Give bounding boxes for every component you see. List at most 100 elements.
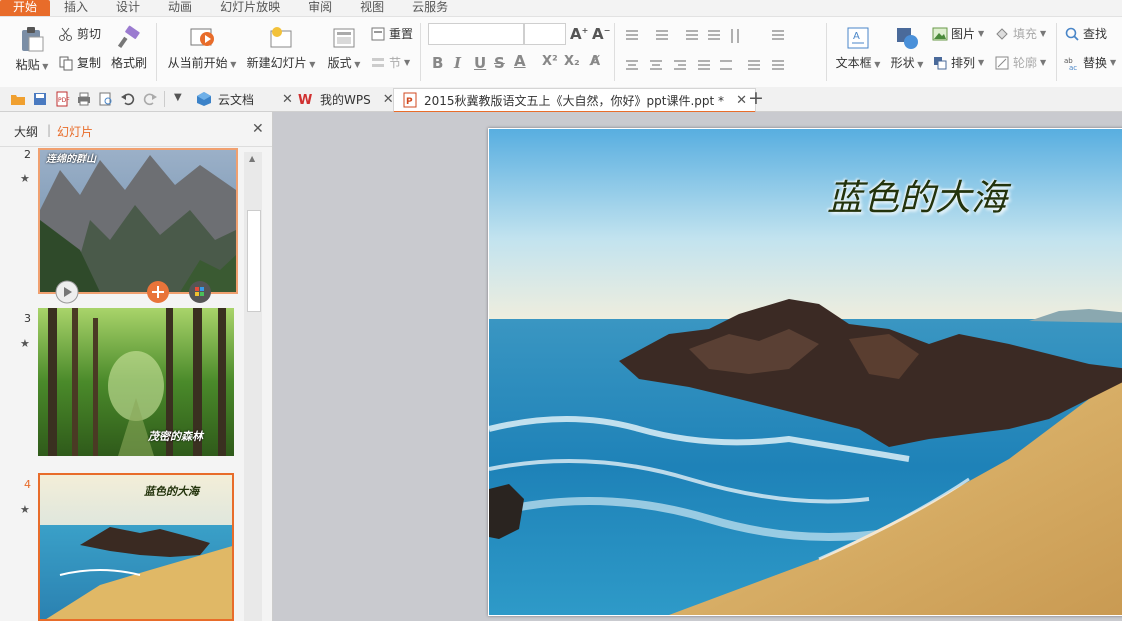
tab-insert[interactable]: 插入: [50, 0, 102, 16]
slide-thumb-title: 连绵的群山: [46, 154, 96, 165]
cloud-docs-icon: [197, 92, 211, 106]
reset-button[interactable]: 重置: [370, 25, 413, 42]
font-name-combo[interactable]: [428, 23, 524, 45]
close-panel-icon[interactable]: ✕: [252, 121, 264, 137]
animation-star-icon: ★: [20, 503, 30, 516]
doc-tab-current[interactable]: P 2015秋冀教版语文五上《大自然，你好》ppt课件.ppt * ✕: [393, 88, 756, 113]
layout-button[interactable]: 版式 ▼: [326, 25, 362, 71]
scroll-up-icon[interactable]: ▲: [249, 154, 255, 163]
format-painter-icon: [117, 25, 140, 49]
cut-button[interactable]: 剪切: [58, 25, 101, 42]
svg-text:A: A: [853, 31, 860, 42]
slide-title-text[interactable]: 蓝色的大海: [827, 169, 1007, 221]
tab-animation[interactable]: 动画: [154, 0, 206, 16]
outline-tab[interactable]: 大纲: [14, 123, 38, 140]
doc-tab-cloud-docs[interactable]: 云文档 ✕: [196, 88, 293, 110]
clear-format-icon[interactable]: A̸: [590, 54, 600, 69]
replace-button[interactable]: ab ac 替换 ▼: [1064, 54, 1116, 71]
current-slide[interactable]: 蓝色的大海: [488, 128, 1122, 616]
close-icon[interactable]: ✕: [736, 93, 747, 108]
picture-icon: [932, 27, 948, 40]
textbox-button[interactable]: A 文本框 ▼: [834, 25, 882, 71]
slide-number: 4: [24, 478, 31, 491]
slide-editing-canvas: 蓝色的大海: [273, 112, 1122, 621]
export-pdf-icon[interactable]: PDF: [54, 91, 70, 107]
reset-icon: [371, 27, 385, 40]
paragraph-tools-icon[interactable]: [620, 25, 810, 83]
print-icon[interactable]: [76, 91, 92, 107]
superscript-icon[interactable]: X²: [542, 54, 558, 69]
mountains-image: [40, 150, 236, 292]
fill-bucket-icon: [996, 27, 1008, 40]
new-slide-button[interactable]: 新建幻灯片 ▼: [246, 25, 316, 71]
picture-button[interactable]: 图片 ▼: [932, 25, 984, 42]
scrollbar-thumb[interactable]: [247, 210, 261, 312]
font-color-icon[interactable]: A: [514, 52, 526, 70]
shapes-icon: [897, 28, 918, 49]
strikethrough-icon[interactable]: S: [494, 54, 505, 72]
section-icon: [372, 57, 384, 67]
tab-view[interactable]: 视图: [346, 0, 398, 16]
paste-button[interactable]: 粘贴 ▼: [12, 25, 52, 73]
scissors-icon: [59, 27, 72, 41]
search-icon: [1065, 27, 1079, 41]
layout-icon: [333, 28, 355, 48]
redo-icon[interactable]: [142, 91, 158, 107]
slide-template-icon[interactable]: [188, 280, 212, 304]
undo-icon[interactable]: [120, 91, 136, 107]
sea-thumbnail-image: [40, 475, 232, 619]
new-slide-icon: [270, 27, 292, 48]
copy-button[interactable]: 复制: [58, 54, 101, 71]
quick-access-bar: PDF ▼ 云文档 ✕ W 我的WPS ✕ P 2015秋冀教版语文五上《大自然…: [0, 87, 1122, 113]
outline-button[interactable]: 轮廓 ▼: [994, 54, 1046, 71]
copy-icon: [59, 56, 73, 70]
svg-text:P: P: [406, 97, 413, 107]
slide-thumbnail-3[interactable]: 茂密的森林: [38, 308, 234, 456]
quick-access-more-icon[interactable]: ▼: [174, 92, 182, 103]
close-icon[interactable]: ✕: [383, 92, 394, 107]
tab-review[interactable]: 审阅: [294, 0, 346, 16]
open-folder-icon[interactable]: [10, 91, 26, 107]
slides-tab[interactable]: 幻灯片: [57, 123, 93, 140]
shape-button[interactable]: 形状 ▼: [888, 25, 926, 71]
close-icon[interactable]: ✕: [282, 92, 293, 107]
svg-text:W: W: [298, 93, 312, 107]
ribbon-toolbar: 粘贴 ▼ 剪切 复制 格式刷 从当前开始 ▼ 新建幻灯片 ▼ 版式 ▼ 重置 节…: [0, 16, 1122, 88]
save-icon[interactable]: [32, 91, 48, 107]
wps-logo-icon: W: [298, 93, 312, 107]
slide-thumbnail-2[interactable]: 连绵的群山: [38, 148, 238, 294]
format-painter-button[interactable]: 格式刷: [108, 25, 150, 71]
arrange-icon: [934, 56, 947, 69]
fill-button[interactable]: 填充 ▼: [994, 25, 1046, 42]
slide-panel-scrollbar[interactable]: ▲: [244, 152, 262, 621]
slide-number: 3: [24, 312, 31, 325]
tab-cloud[interactable]: 云服务: [398, 0, 462, 16]
slide-panel-header: 大纲 | 幻灯片 ✕: [0, 112, 272, 147]
add-slide-icon[interactable]: [146, 280, 170, 304]
arrange-button[interactable]: 排列 ▼: [932, 54, 984, 71]
doc-tab-my-wps[interactable]: W 我的WPS ✕: [298, 88, 394, 110]
font-size-combo[interactable]: [524, 23, 566, 45]
tab-home[interactable]: 开始: [0, 0, 51, 16]
shrink-font-icon[interactable]: A−: [592, 25, 610, 43]
find-button[interactable]: 查找: [1064, 25, 1107, 42]
sea-beach-image: [489, 129, 1122, 615]
svg-text:ac: ac: [1069, 64, 1077, 71]
bold-icon[interactable]: B: [432, 54, 443, 72]
subscript-icon[interactable]: X₂: [564, 54, 580, 69]
ppt-file-icon: P: [403, 92, 417, 108]
section-button[interactable]: 节 ▼: [370, 54, 410, 71]
tab-slideshow[interactable]: 幻灯片放映: [206, 0, 294, 16]
slide-thumb-title: 蓝色的大海: [144, 485, 199, 498]
underline-icon[interactable]: U: [474, 54, 486, 72]
italic-icon[interactable]: I: [454, 54, 461, 72]
print-preview-icon[interactable]: [98, 91, 114, 107]
from-current-button[interactable]: 从当前开始 ▼: [166, 25, 238, 71]
grow-font-icon[interactable]: A+: [570, 25, 588, 43]
tab-design[interactable]: 设计: [102, 0, 154, 16]
replace-icon: abac: [1064, 57, 1077, 71]
new-tab-plus-icon[interactable]: +: [748, 87, 764, 109]
tab-divider: |: [47, 123, 52, 137]
play-slideshow-icon[interactable]: [55, 280, 79, 304]
slide-thumbnail-4[interactable]: 蓝色的大海: [38, 473, 234, 621]
